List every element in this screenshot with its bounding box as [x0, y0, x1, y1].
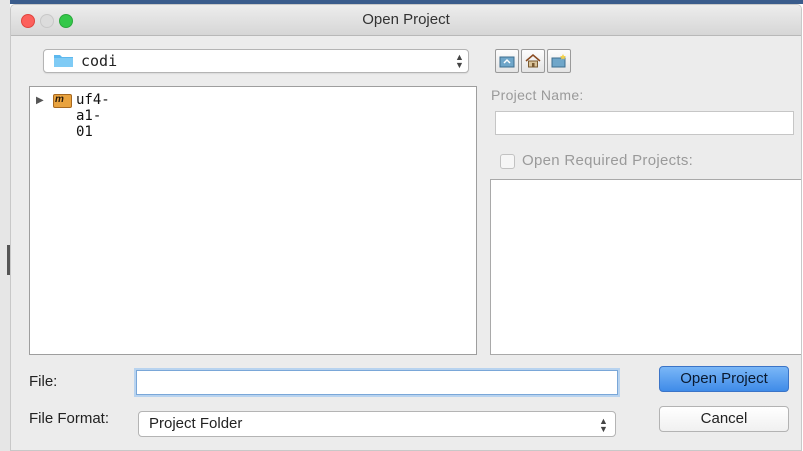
close-window-button[interactable]	[21, 14, 35, 28]
open-project-dialog: Open Project codi ▲ ▼ ▶ m uf4-a1-01 Proj…	[10, 4, 802, 451]
zoom-window-button[interactable]	[59, 14, 73, 28]
file-label: File:	[29, 373, 58, 390]
directory-label: codi	[81, 52, 118, 70]
dropdown-arrows-icon: ▲ ▼	[455, 52, 464, 70]
window-title: Open Project	[362, 11, 450, 28]
required-projects-list	[490, 179, 801, 355]
project-tree[interactable]: ▶ m uf4-a1-01	[29, 86, 477, 355]
file-format-label: File Format:	[29, 410, 110, 427]
open-project-button[interactable]: Open Project	[659, 366, 789, 392]
title-bar: Open Project	[11, 5, 801, 36]
home-icon	[525, 54, 541, 68]
open-required-projects-label: Open Required Projects:	[522, 152, 694, 169]
folder-icon	[54, 55, 73, 67]
project-name-label: Project Name:	[491, 87, 584, 103]
up-folder-button[interactable]	[495, 49, 519, 73]
tree-item-label: uf4-a1-01	[76, 92, 110, 140]
dropdown-arrows-icon: ▲ ▼	[599, 416, 608, 434]
background-left-edge	[0, 0, 10, 451]
new-folder-icon	[551, 54, 566, 68]
open-required-projects-checkbox[interactable]	[500, 154, 515, 169]
minimize-window-button[interactable]	[40, 14, 54, 28]
file-input[interactable]	[136, 370, 618, 395]
maven-project-icon: m	[53, 94, 72, 108]
new-folder-button[interactable]	[547, 49, 571, 73]
home-button[interactable]	[521, 49, 545, 73]
file-format-value: Project Folder	[149, 415, 243, 432]
directory-dropdown[interactable]: codi ▲ ▼	[43, 49, 469, 73]
project-name-field	[495, 111, 794, 135]
expand-arrow-icon[interactable]: ▶	[36, 95, 44, 106]
up-folder-icon	[499, 56, 515, 68]
file-format-dropdown[interactable]: Project Folder ▲ ▼	[138, 411, 616, 437]
cancel-button[interactable]: Cancel	[659, 406, 789, 432]
